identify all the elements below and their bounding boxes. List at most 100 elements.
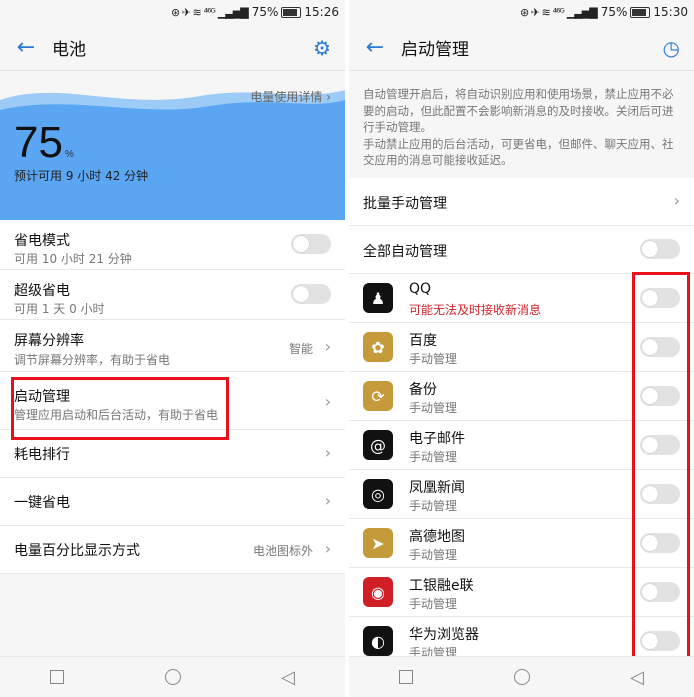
battery-icon xyxy=(281,6,302,18)
ultra-power-saving-row[interactable]: 超级省电 可用 1 天 0 小时 xyxy=(0,270,345,320)
baidu-icon: ✿ xyxy=(363,332,393,362)
app-startup-toggle[interactable] xyxy=(640,435,680,455)
status-icons: ⊛ ✈ ≋ xyxy=(171,5,202,19)
recents-square-icon[interactable] xyxy=(399,670,414,684)
app-row[interactable]: @ 电子邮件手动管理 xyxy=(349,421,694,470)
settings-gear-icon[interactable]: ⚙ xyxy=(313,36,331,60)
app-row[interactable]: ◉ 工银融e联手动管理 xyxy=(349,568,694,617)
history-icon[interactable]: ◷ xyxy=(663,36,680,60)
app-status: 手动管理 xyxy=(409,548,458,562)
app-startup-toggle[interactable] xyxy=(640,582,680,602)
app-status: 手动管理 xyxy=(409,597,458,611)
recents-square-icon[interactable] xyxy=(50,670,65,684)
app-name: 凤凰新闻 xyxy=(409,480,465,496)
row-title: 屏幕分辨率 xyxy=(14,333,84,349)
back-triangle-icon[interactable]: ◁ xyxy=(630,667,644,688)
one-tap-save-row[interactable]: 一键省电 › xyxy=(0,478,345,526)
chevron-right-icon: › xyxy=(324,539,331,558)
status-bar: ⊛ ✈ ≋ ⁴⁶ᴳ ▁▃▅▇ 75% 15:26 xyxy=(0,0,345,24)
all-auto-row[interactable]: 全部自动管理 xyxy=(349,226,694,274)
back-arrow-icon[interactable]: ← xyxy=(355,35,395,60)
page-title: 启动管理 xyxy=(401,39,469,60)
row-subtitle: 管理应用启动和后台活动，有助于省电 xyxy=(14,408,219,422)
batch-manual-row[interactable]: 批量手动管理 › xyxy=(349,178,694,226)
all-auto-toggle[interactable] xyxy=(640,239,680,259)
home-circle-icon[interactable] xyxy=(164,669,181,685)
row-title: 批量手动管理 xyxy=(363,196,447,212)
chevron-right-icon: › xyxy=(324,392,331,411)
app-name: 备份 xyxy=(409,382,437,398)
row-value: 智能 xyxy=(288,342,313,356)
app-startup-toggle[interactable] xyxy=(640,484,680,504)
app-startup-toggle[interactable] xyxy=(640,337,680,357)
usage-detail-link[interactable]: 电量使用详情 › xyxy=(250,88,331,105)
amap-icon: ➤ xyxy=(363,528,393,558)
signal-bars-icon: ▁▃▅▇ xyxy=(566,5,598,19)
startup-list: 批量手动管理 › 全部自动管理 ♟ QQ 可能无法及时接收新消息 ✿ 百度手动管理 ⟳ 备份… xyxy=(349,178,694,666)
screen-resolution-row[interactable]: 屏幕分辨率 调节屏幕分辨率，有助于省电 智能 › xyxy=(0,320,345,372)
navigation-bar: ◁ xyxy=(0,656,345,697)
app-status: 手动管理 xyxy=(409,450,458,464)
email-icon: @ xyxy=(363,430,393,460)
battery-level-value: 75 xyxy=(14,118,63,167)
usage-detail-label: 电量使用详情 xyxy=(250,90,323,104)
percent-unit: % xyxy=(64,149,74,160)
app-bar: ← 启动管理 ◷ xyxy=(349,24,694,70)
app-name: 华为浏览器 xyxy=(409,627,479,643)
app-startup-toggle[interactable] xyxy=(640,386,680,406)
power-saving-toggle[interactable] xyxy=(291,234,331,254)
browser-icon: ◐ xyxy=(363,626,393,656)
app-name: 电子邮件 xyxy=(409,431,465,447)
app-name: 工银融e联 xyxy=(409,578,474,594)
row-title: 全部自动管理 xyxy=(363,244,447,260)
app-row[interactable]: ◎ 凤凰新闻手动管理 xyxy=(349,470,694,519)
app-startup-toggle[interactable] xyxy=(640,288,680,308)
remaining-time: 预计可用 9 小时 42 分钟 xyxy=(14,169,149,183)
startup-management-screen: ⊛ ✈ ≋ ⁴⁶ᴳ ▁▃▅▇ 75% 15:30 ← 启动管理 ◷ 自动管理开启… xyxy=(349,0,694,697)
signal-icon: ⁴⁶ᴳ xyxy=(552,5,565,19)
home-circle-icon[interactable] xyxy=(513,669,530,685)
battery-percent-text: 75% xyxy=(251,5,279,19)
back-triangle-icon[interactable]: ◁ xyxy=(281,667,295,688)
back-arrow-icon[interactable]: ← xyxy=(6,35,46,60)
navigation-bar: ◁ xyxy=(349,656,694,697)
app-row[interactable]: ➤ 高德地图 手动管理 xyxy=(349,519,694,568)
power-ranking-row[interactable]: 耗电排行 › xyxy=(0,430,345,478)
battery-icon xyxy=(630,6,651,18)
row-subtitle: 可用 1 天 0 小时 xyxy=(14,302,105,316)
app-startup-toggle[interactable] xyxy=(640,631,680,651)
app-status: 手动管理 xyxy=(409,499,458,513)
ultra-power-saving-toggle[interactable] xyxy=(291,284,331,304)
row-title: 耗电排行 xyxy=(14,447,70,463)
chevron-right-icon: › xyxy=(326,90,331,104)
app-row[interactable]: ♟ QQ 可能无法及时接收新消息 xyxy=(349,274,694,323)
status-bar: ⊛ ✈ ≋ ⁴⁶ᴳ ▁▃▅▇ 75% 15:30 xyxy=(349,0,694,24)
signal-bars-icon: ▁▃▅▇ xyxy=(217,5,249,19)
app-status: 可能无法及时接收新消息 xyxy=(409,303,542,317)
row-title: 启动管理 xyxy=(14,389,70,405)
power-saving-mode-row[interactable]: 省电模式 可用 10 小时 21 分钟 xyxy=(0,220,345,270)
status-time: 15:26 xyxy=(304,5,339,19)
signal-icon: ⁴⁶ᴳ xyxy=(203,5,216,19)
app-row[interactable]: ⟳ 备份手动管理 xyxy=(349,372,694,421)
startup-management-row[interactable]: 启动管理 管理应用启动和后台活动，有助于省电 › xyxy=(0,372,345,430)
battery-percentage-display-row[interactable]: 电量百分比显示方式 电池图标外 › xyxy=(0,526,345,574)
qq-icon: ♟ xyxy=(363,283,393,313)
row-title: 省电模式 xyxy=(14,233,70,249)
app-row[interactable]: ✿ 百度 手动管理 xyxy=(349,323,694,372)
battery-level: 75% xyxy=(14,118,74,168)
ifeng-news-icon: ◎ xyxy=(363,479,393,509)
row-subtitle: 可用 10 小时 21 分钟 xyxy=(14,252,132,266)
app-bar: ← 电池 ⚙ xyxy=(0,24,345,70)
divider xyxy=(349,70,694,71)
icbc-icon: ◉ xyxy=(363,577,393,607)
chevron-right-icon: › xyxy=(324,443,331,462)
status-time: 15:30 xyxy=(653,5,688,19)
app-name: 百度 xyxy=(409,333,437,349)
chevron-right-icon: › xyxy=(324,491,331,510)
app-startup-toggle[interactable] xyxy=(640,533,680,553)
battery-screen: ⊛ ✈ ≋ ⁴⁶ᴳ ▁▃▅▇ 75% 15:26 ← 电池 ⚙ 电量使用详情 ›… xyxy=(0,0,345,697)
app-status: 手动管理 xyxy=(409,401,458,415)
divider xyxy=(0,70,345,71)
backup-icon: ⟳ xyxy=(363,381,393,411)
